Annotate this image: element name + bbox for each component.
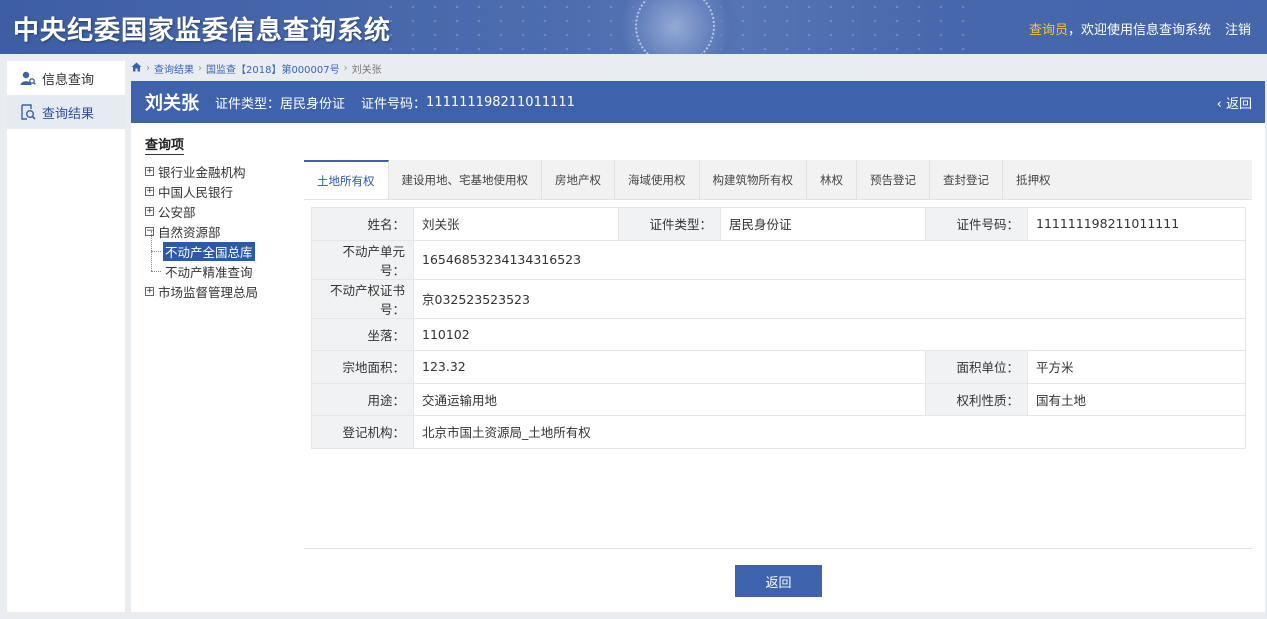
expand-icon[interactable]: +: [145, 186, 154, 196]
home-icon[interactable]: [131, 62, 142, 75]
breadcrumb-current: 刘关张: [351, 64, 382, 76]
table-row: 宗地面积： 123.32 面积单位： 平方米: [311, 350, 1246, 384]
id-number-label: 证件号码：: [361, 96, 427, 112]
app-header: 中央纪委国家监委信息查询系统 查询员，欢迎使用信息查询系统 注销: [0, 0, 1267, 54]
tree-header: 查询项: [145, 134, 185, 155]
tree-node-label: 中国人民银行: [158, 184, 234, 200]
tab-construction-land[interactable]: 建设用地、宅基地使用权: [389, 160, 542, 199]
subject-name: 刘关张: [145, 93, 199, 114]
result-tabs: 土地所有权 建设用地、宅基地使用权 房地产权 海域使用权 构建筑物所有权 林权 …: [304, 160, 1252, 200]
id-type-label: 证件类型：: [618, 207, 721, 241]
sidebar-item-label: 查询结果: [42, 106, 95, 122]
expand-icon[interactable]: +: [145, 206, 154, 216]
result-panel: 土地所有权 建设用地、宅基地使用权 房地产权 海域使用权 构建筑物所有权 林权 …: [304, 160, 1252, 200]
tree-node-natural-resources[interactable]: − 自然资源部: [145, 221, 295, 241]
usage-label: 用途：: [311, 382, 414, 416]
unit-number-value: 16546853234134316523: [413, 239, 1246, 280]
registry-org-label: 登记机构：: [311, 415, 414, 449]
right-nature-label: 权利性质：: [925, 382, 1028, 416]
doc-search-icon: [19, 104, 36, 121]
breadcrumb: › 查询结果 › 国监查【2018】第000007号 › 刘关张: [131, 61, 382, 76]
expand-icon[interactable]: +: [145, 286, 154, 296]
welcome-text: 查询员，欢迎使用信息查询系统: [1029, 19, 1211, 38]
emblem-ring: [635, 0, 715, 54]
right-nature-value: 国有土地: [1027, 382, 1246, 416]
area-unit-label: 面积单位：: [925, 350, 1028, 384]
tree-node-public-security[interactable]: + 公安部: [145, 201, 295, 221]
header-back-link[interactable]: ‹ 返回: [1217, 93, 1252, 112]
location-value: 110102: [413, 317, 1246, 351]
name-label: 姓名：: [311, 207, 414, 241]
chevron-left-icon: ‹: [1216, 97, 1226, 112]
logout-link[interactable]: 注销: [1225, 19, 1251, 38]
tab-property-right[interactable]: 房地产权: [542, 160, 615, 199]
tab-advance-registration[interactable]: 预告登记: [857, 160, 930, 199]
tab-land-ownership[interactable]: 土地所有权: [304, 160, 389, 199]
footer-divider: [304, 548, 1252, 549]
table-row: 不动产权证书号： 京032523523523: [311, 278, 1246, 319]
area-unit-value: 平方米: [1027, 350, 1246, 384]
detail-table: 姓名： 刘关张 证件类型： 居民身份证 证件号码： 11111119821101…: [311, 207, 1246, 449]
tab-forest-right[interactable]: 林权: [807, 160, 857, 199]
table-row: 不动产单元号： 16546853234134316523: [311, 239, 1246, 280]
tree-node-realestate-precise[interactable]: 不动产精准查询: [145, 251, 295, 281]
certificate-value: 京032523523523: [413, 278, 1246, 319]
expand-icon[interactable]: +: [145, 166, 154, 176]
tree-node-banking[interactable]: + 银行业金融机构: [145, 161, 295, 181]
welcome-message: ，欢迎使用信息查询系统: [1067, 23, 1211, 38]
table-row: 登记机构： 北京市国土资源局_土地所有权: [311, 415, 1246, 449]
certificate-label: 不动产权证书号：: [311, 278, 414, 319]
tree-node-label: 银行业金融机构: [158, 164, 246, 180]
breadcrumb-query-results[interactable]: 查询结果: [154, 61, 194, 76]
tree-node-realestate-national[interactable]: 不动产全国总库: [145, 231, 295, 261]
user-role[interactable]: 查询员: [1029, 23, 1068, 38]
location-label: 坐落：: [311, 317, 414, 351]
sidebar-item-label: 信息查询: [42, 72, 95, 88]
tab-structure-ownership[interactable]: 构建筑物所有权: [700, 160, 807, 199]
tree-node-label: 不动产精准查询: [165, 264, 253, 280]
breadcrumb-separator: ›: [198, 62, 202, 74]
name-value: 刘关张: [413, 207, 619, 241]
breadcrumb-separator: ›: [146, 62, 150, 74]
query-item-tree: 查询项 + 银行业金融机构 + 中国人民银行 + 公安部 − 自然资源部 不动产全国总库…: [145, 134, 295, 301]
tab-sea-area[interactable]: 海域使用权: [615, 160, 700, 199]
id-number-label: 证件号码：: [925, 207, 1028, 241]
app-title: 中央纪委国家监委信息查询系统: [13, 16, 392, 46]
tab-seizure-registration[interactable]: 查封登记: [930, 160, 1003, 199]
left-sidebar: 信息查询 查询结果: [7, 61, 125, 612]
unit-number-label: 不动产单元号：: [311, 239, 414, 280]
main-content: 查询项 + 银行业金融机构 + 中国人民银行 + 公安部 − 自然资源部 不动产全国总库…: [131, 123, 1265, 612]
id-type-label: 证件类型：: [215, 96, 281, 112]
registry-org-value: 北京市国土资源局_土地所有权: [413, 415, 1246, 449]
back-link-label: 返回: [1225, 97, 1252, 112]
collapse-icon[interactable]: −: [145, 226, 154, 236]
tab-mortgage[interactable]: 抵押权: [1003, 160, 1064, 199]
id-number-value: 111111198211011111: [426, 94, 575, 110]
tree-node-label: 自然资源部: [158, 224, 221, 240]
table-row: 坐落： 110102: [311, 317, 1246, 351]
breadcrumb-case-number[interactable]: 国监查【2018】第000007号: [206, 61, 340, 76]
tree-node-label: 市场监督管理总局: [158, 284, 259, 300]
table-row: 用途： 交通运输用地 权利性质： 国有土地: [311, 382, 1246, 416]
tree-node-market-regulation[interactable]: + 市场监督管理总局: [145, 281, 295, 301]
area-label: 宗地面积：: [311, 350, 414, 384]
subject-info-bar: 刘关张 证件类型： 居民身份证 证件号码： 111111198211011111…: [131, 81, 1265, 123]
sidebar-item-query-results[interactable]: 查询结果: [7, 95, 125, 129]
id-type-value: 居民身份证: [720, 207, 926, 241]
sidebar-item-info-query[interactable]: 信息查询: [7, 61, 125, 95]
tree-node-label: 不动产全国总库: [163, 241, 255, 261]
id-type-value: 居民身份证: [280, 96, 346, 112]
breadcrumb-separator: ›: [343, 62, 348, 74]
table-row: 姓名： 刘关张 证件类型： 居民身份证 证件号码： 11111119821101…: [311, 207, 1246, 241]
area-value: 123.32: [413, 350, 926, 384]
tree-node-pboc[interactable]: + 中国人民银行: [145, 181, 295, 201]
id-number-value: 111111198211011111: [1027, 207, 1246, 241]
back-button[interactable]: 返回: [735, 565, 822, 597]
user-search-icon: [19, 70, 36, 87]
usage-value: 交通运输用地: [413, 382, 926, 416]
tree-node-label: 公安部: [158, 204, 196, 220]
